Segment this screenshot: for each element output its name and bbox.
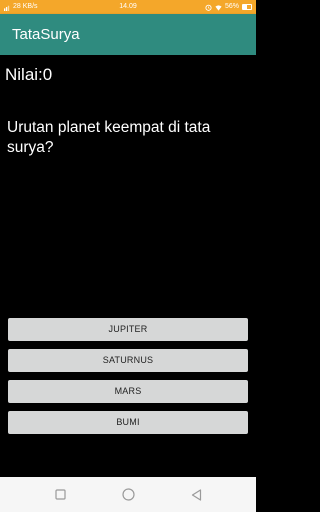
app-screen: 28 KB/s 14.09 56% TataSurya Nilai:0 Urut… <box>0 0 256 512</box>
app-bar: TataSurya <box>0 14 256 55</box>
navigation-bar <box>0 477 256 512</box>
score-label: Nilai:0 <box>5 65 53 84</box>
question-text: Urutan planet keempat di tata surya? <box>7 119 211 156</box>
status-right: 56% <box>205 0 252 14</box>
answer-list: JUPITER SATURNUS MARS BUMI <box>8 318 248 442</box>
battery-fill <box>243 5 248 9</box>
wifi-icon <box>215 4 222 11</box>
home-icon <box>121 488 135 501</box>
battery-icon <box>242 4 252 10</box>
recent-apps-icon <box>54 489 66 500</box>
answer-button-1[interactable]: JUPITER <box>8 318 248 341</box>
alarm-icon <box>205 4 212 11</box>
home-button[interactable] <box>113 477 143 512</box>
app-title: TataSurya <box>12 26 80 43</box>
status-time: 14.09 <box>119 3 137 10</box>
recent-apps-button[interactable] <box>45 477 75 512</box>
answer-button-3[interactable]: MARS <box>8 380 248 403</box>
back-icon <box>191 488 201 501</box>
answer-button-2[interactable]: SATURNUS <box>8 349 248 372</box>
back-button[interactable] <box>181 477 211 512</box>
status-bar: 28 KB/s 14.09 56% <box>0 0 256 14</box>
battery-percent: 56% <box>224 3 239 10</box>
answer-button-4[interactable]: BUMI <box>8 411 248 434</box>
